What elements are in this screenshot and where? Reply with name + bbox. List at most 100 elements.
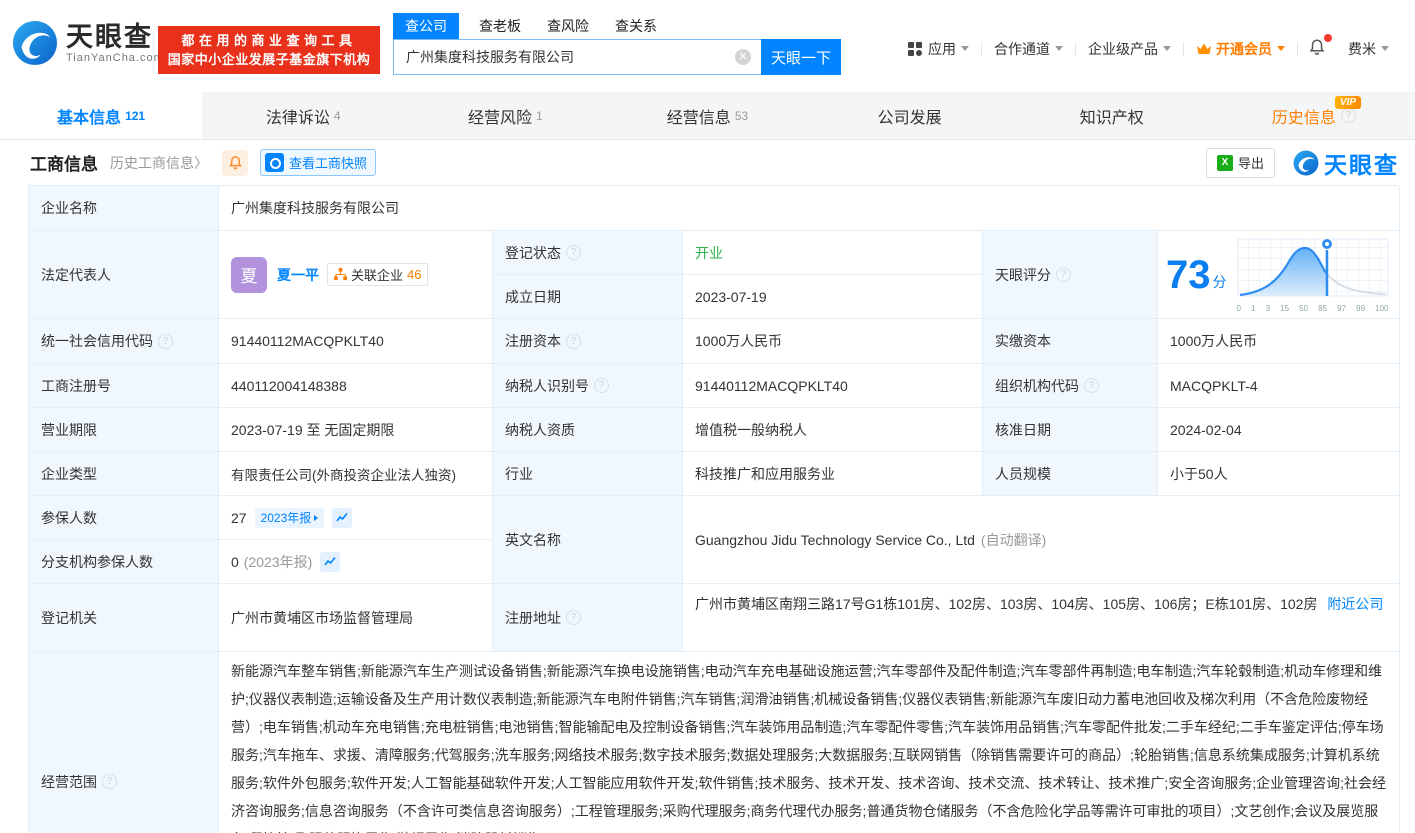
nearby-companies-link[interactable]: 附近公司 [1327, 596, 1383, 612]
slogan-banner: 都在用的商业查询工具 国家中小企业发展子基金旗下机构 [158, 26, 380, 74]
help-icon[interactable]: ? [158, 334, 173, 349]
field-label-insured-count: 参保人数 [29, 496, 219, 540]
help-icon[interactable]: ? [1084, 378, 1099, 393]
field-value-industry: 科技推广和应用服务业 [683, 452, 983, 496]
clear-search-icon[interactable]: ✕ [735, 49, 751, 65]
field-label-taxpayer-quality: 纳税人资质 [493, 408, 683, 452]
field-label-paid-capital: 实缴资本 [983, 319, 1158, 364]
field-label-company-type: 企业类型 [29, 452, 219, 496]
field-label-english-name: 英文名称 [493, 496, 683, 584]
avatar[interactable]: 夏 [231, 257, 267, 293]
search-button[interactable]: 天眼一下 [761, 39, 841, 75]
camera-icon [265, 153, 284, 172]
field-label-company-name: 企业名称 [29, 186, 219, 231]
related-companies-badge[interactable]: 关联企业 46 [327, 263, 428, 286]
chevron-down-icon [1055, 46, 1063, 51]
nav-apps[interactable]: 应用 [896, 39, 981, 59]
nav-open-vip[interactable]: 开通会员 [1184, 39, 1297, 59]
trend-chart-icon[interactable] [332, 508, 352, 528]
logo-subtitle: TianYanCha.com [66, 52, 164, 64]
auto-translate-note: (自动翻译) [981, 530, 1046, 550]
org-chart-icon [334, 268, 347, 281]
tab-basic-info[interactable]: 基本信息121 [0, 92, 202, 139]
field-value-branch-insured-count: 0 (2023年报) [219, 540, 493, 584]
field-value-business-term: 2023-07-19 至 无固定期限 [219, 408, 493, 452]
field-value-company-name: 广州集度科技服务有限公司 [219, 186, 1400, 231]
tab-history-info[interactable]: VIP 历史信息 ? [1213, 92, 1415, 139]
tab-operation-info[interactable]: 经营信息53 [606, 92, 808, 139]
field-value-registration-status: 开业 [683, 231, 983, 275]
search-input[interactable] [393, 39, 761, 75]
tab-operation-risk[interactable]: 经营风险1 [404, 92, 606, 139]
tab-company-development[interactable]: 公司发展 [809, 92, 1011, 139]
field-value-organization-code: MACQPKLT-4 [1158, 364, 1400, 408]
field-label-registration-number: 工商注册号 [29, 364, 219, 408]
site-header: 天眼查 TianYanCha.com 都在用的商业查询工具 国家中小企业发展子基… [0, 0, 1415, 92]
field-label-approval-date: 核准日期 [983, 408, 1158, 452]
export-button[interactable]: X 导出 [1206, 148, 1275, 178]
field-label-tianyan-score: 天眼评分? [983, 231, 1158, 319]
field-value-credit-code: 91440112MACQPKLT40 [219, 319, 493, 364]
tianyancha-logo-icon [1293, 150, 1319, 176]
bell-icon [228, 155, 243, 170]
field-value-establish-date: 2023-07-19 [683, 275, 983, 319]
field-label-registration-status: 登记状态? [493, 231, 683, 275]
chevron-down-icon [1277, 46, 1285, 51]
help-icon[interactable]: ? [594, 378, 609, 393]
field-value-taxpayer-id: 91440112MACQPKLT40 [683, 364, 983, 408]
monitor-bell-button[interactable] [222, 150, 248, 176]
slogan-line1: 都在用的商业查询工具 [158, 31, 380, 50]
field-label-registration-authority: 登记机关 [29, 584, 219, 652]
tab-intellectual-property[interactable]: 知识产权 [1011, 92, 1213, 139]
help-icon[interactable]: ? [566, 245, 581, 260]
tab-legal-litigation[interactable]: 法律诉讼4 [202, 92, 404, 139]
field-label-organization-code: 组织机构代码? [983, 364, 1158, 408]
field-label-business-scope: 经营范围? [29, 652, 219, 833]
vip-badge: VIP [1335, 96, 1361, 109]
search-tab-boss[interactable]: 查老板 [479, 13, 521, 39]
nav-cooperation[interactable]: 合作通道 [982, 39, 1075, 59]
field-value-company-type: 有限责任公司(外商投资企业法人独资) [219, 452, 493, 496]
field-value-registration-authority: 广州市黄埔区市场监督管理局 [219, 584, 493, 652]
chevron-down-icon [1381, 46, 1389, 51]
slogan-line2: 国家中小企业发展子基金旗下机构 [158, 50, 380, 69]
notifications-bell[interactable] [1298, 38, 1336, 59]
search-tab-company[interactable]: 查公司 [393, 13, 459, 39]
help-icon[interactable]: ? [1341, 108, 1356, 123]
legal-representative-link[interactable]: 夏一平 [277, 265, 319, 285]
chevron-down-icon [1163, 46, 1171, 51]
field-value-legal-representative: 夏 夏一平 关联企业 46 [219, 231, 493, 319]
field-label-registered-capital: 注册资本? [493, 319, 683, 364]
nav-user[interactable]: 费米 [1336, 39, 1401, 59]
field-value-paid-capital: 1000万人民币 [1158, 319, 1400, 364]
annual-report-badge[interactable]: 2023年报 [255, 508, 325, 528]
watermark-logo: 天眼查 [1293, 146, 1399, 180]
field-label-branch-insured-count: 分支机构参保人数 [29, 540, 219, 584]
search-tab-relation[interactable]: 查关系 [615, 13, 657, 39]
search-tabs: 查公司 查老板 查风险 查关系 [393, 13, 841, 39]
nav-enterprise-products[interactable]: 企业级产品 [1076, 39, 1183, 59]
field-value-taxpayer-quality: 增值税一般纳税人 [683, 408, 983, 452]
apps-grid-icon [908, 42, 922, 56]
crown-icon [1196, 42, 1212, 55]
field-value-approval-date: 2024-02-04 [1158, 408, 1400, 452]
trend-chart-icon[interactable] [320, 552, 340, 572]
view-snapshot-button[interactable]: 查看工商快照 [260, 149, 376, 176]
help-icon[interactable]: ? [566, 610, 581, 625]
score-axis-ticks: 01 315 5085 9799 100 [1237, 304, 1389, 313]
help-icon[interactable]: ? [102, 774, 117, 789]
business-info-table: 企业名称 广州集度科技服务有限公司 法定代表人 夏 夏一平 关联企业 46 登记… [28, 185, 1399, 833]
field-label-taxpayer-id: 纳税人识别号? [493, 364, 683, 408]
section-title: 工商信息 [30, 150, 98, 175]
field-label-industry: 行业 [493, 452, 683, 496]
field-label-staff-size: 人员规模 [983, 452, 1158, 496]
tianyancha-logo[interactable]: 天眼查 TianYanCha.com [12, 20, 164, 66]
help-icon[interactable]: ? [1056, 267, 1071, 282]
logo-title: 天眼查 [66, 22, 164, 52]
history-business-info-link[interactable]: 历史工商信息〉 [110, 153, 208, 173]
help-icon[interactable]: ? [566, 334, 581, 349]
company-tab-bar: 基本信息121 法律诉讼4 经营风险1 经营信息53 公司发展 知识产权 VIP… [0, 92, 1415, 140]
field-value-english-name: Guangzhou Jidu Technology Service Co., L… [683, 496, 1400, 584]
search-tab-risk[interactable]: 查风险 [547, 13, 589, 39]
field-value-registration-number: 440112004148388 [219, 364, 493, 408]
